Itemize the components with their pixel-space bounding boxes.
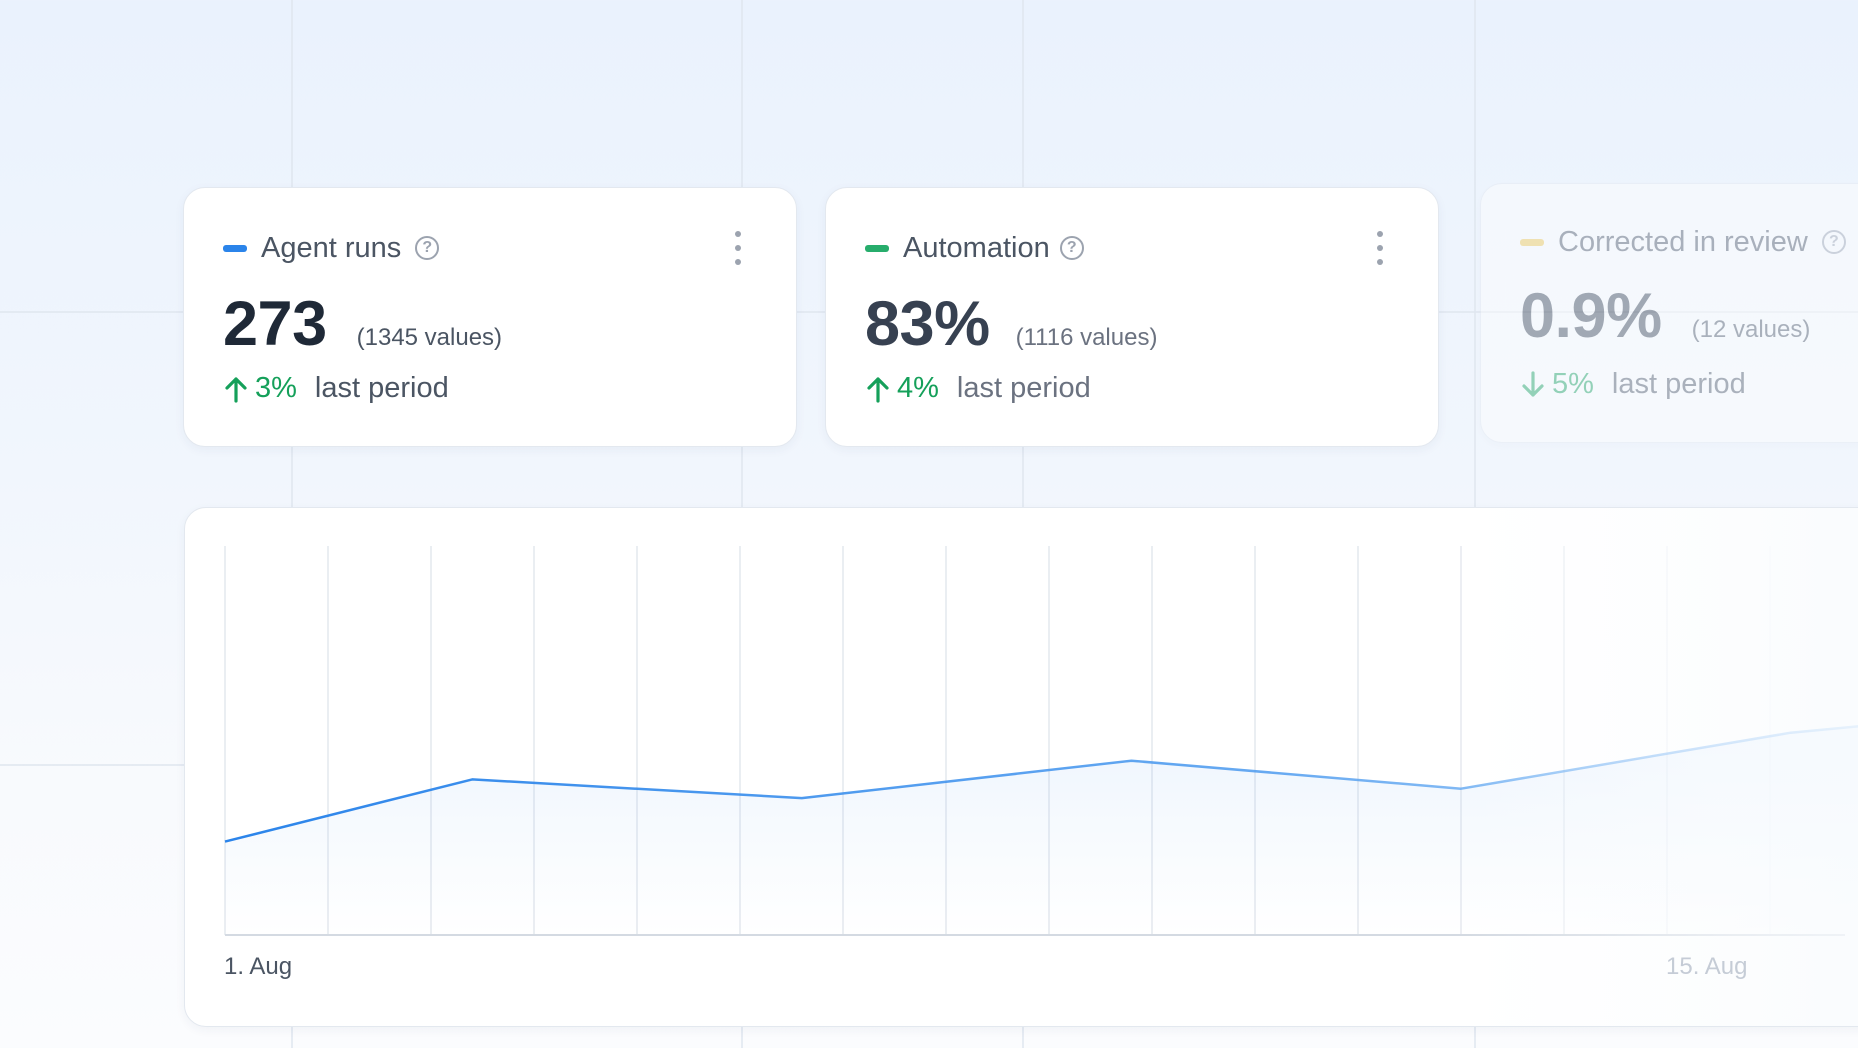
x-tick-label: 15. Aug — [1666, 953, 1748, 980]
arrow-down-icon — [1522, 370, 1544, 397]
kpi-delta-row: 5% last period — [1520, 368, 1746, 401]
more-vertical-icon[interactable] — [1374, 231, 1386, 265]
kpi-value: 0.9% — [1520, 281, 1662, 351]
question-circle-icon[interactable]: ? — [1821, 230, 1846, 254]
question-circle-icon[interactable]: ? — [415, 236, 440, 260]
kpi-delta-label: last period — [956, 372, 1091, 404]
kpi-count: (1345 values) — [356, 324, 503, 351]
x-tick-label: 1. Aug — [224, 953, 293, 980]
kpi-card-agent-runs: Agent runs ? 273 (1345 values) 3% last p… — [183, 187, 797, 447]
kpi-header: Agent runs ? — [223, 230, 440, 266]
kpi-title: Automation — [903, 231, 1050, 264]
series-color-swatch — [1520, 238, 1544, 246]
kpi-delta-row: 4% last period — [865, 372, 1091, 405]
kpi-header: Corrected in review ? — [1520, 224, 1846, 260]
kpi-count: (12 values) — [1691, 316, 1811, 343]
kpi-value: 83% — [865, 289, 990, 359]
kpi-header: Automation ? — [865, 230, 1084, 266]
chart-card: 1. Aug 15. Aug — [184, 507, 1858, 1027]
arrow-up-icon — [867, 376, 889, 403]
kpi-value-row: 273 (1345 values) — [223, 288, 502, 360]
series-color-swatch — [223, 244, 247, 252]
kpi-delta-row: 3% last period — [223, 372, 449, 405]
question-circle-icon[interactable]: ? — [1059, 236, 1084, 260]
kpi-title: Agent runs — [261, 231, 402, 264]
kpi-card-corrected-in-review: Corrected in review ? 0.9% (12 values) 5… — [1480, 183, 1858, 443]
kpi-card-automation: Automation ? 83% (1116 values) 4% last p… — [825, 187, 1439, 447]
more-vertical-icon[interactable] — [732, 231, 744, 265]
kpi-count: (1116 values) — [1015, 324, 1158, 351]
kpi-title: Corrected in review — [1558, 225, 1808, 258]
series-color-swatch — [865, 244, 889, 252]
kpi-value: 273 — [223, 289, 327, 359]
kpi-value-row: 83% (1116 values) — [865, 288, 1157, 360]
kpi-delta-value: 5% — [1552, 368, 1594, 400]
kpi-delta-value: 3% — [255, 372, 297, 404]
arrow-up-icon — [225, 376, 247, 403]
kpi-delta-label: last period — [1611, 368, 1746, 400]
kpi-delta-label: last period — [314, 372, 449, 404]
line-chart — [224, 546, 1858, 936]
series-area — [225, 726, 1858, 935]
kpi-value-row: 0.9% (12 values) — [1520, 280, 1810, 352]
kpi-delta-value: 4% — [897, 372, 939, 404]
